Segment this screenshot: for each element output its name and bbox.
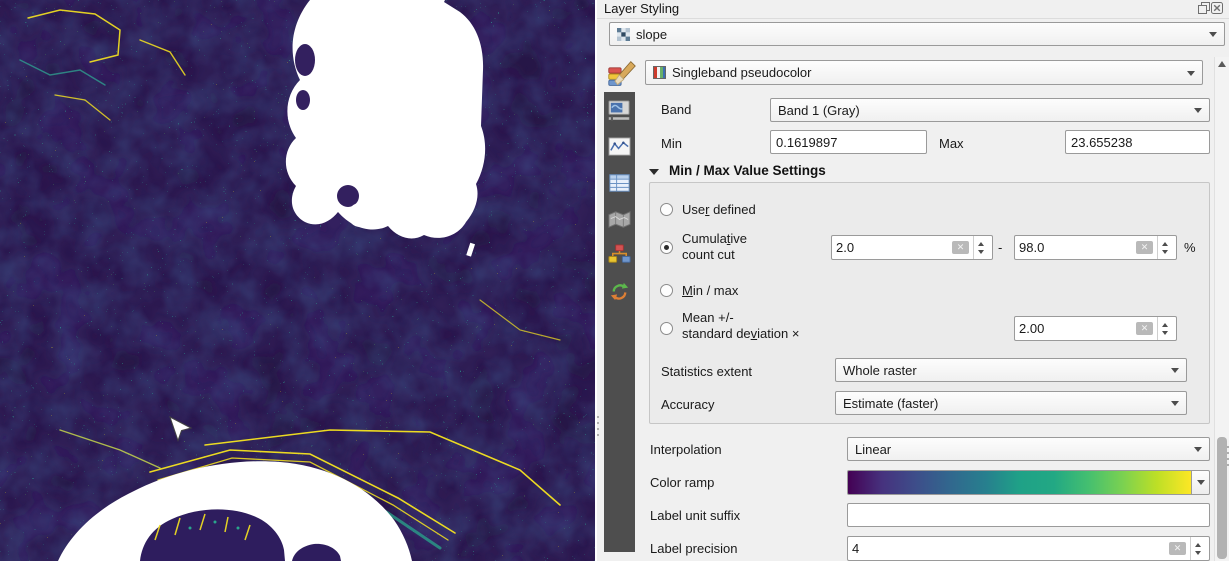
restore-icon [1198,2,1210,14]
render-type-value: Singleband pseudocolor [672,65,812,80]
color-ramp-preview[interactable] [847,470,1192,495]
std-dev-multiplier-spinbox[interactable]: ✕ [1014,316,1177,341]
style-tab-bar [604,92,635,552]
paintbrush-icon [608,61,636,86]
tab-style-manager[interactable] [607,242,633,268]
min-input[interactable] [770,130,927,154]
panel-title: Layer Styling [604,1,680,16]
spin-down-icon [1162,249,1168,254]
monitor-slider-icon [608,99,630,121]
color-ramp-dropdown-button[interactable] [1192,470,1210,495]
radio-mean-std-dev[interactable] [660,322,673,335]
band-selector[interactable]: Band 1 (Gray) [770,98,1210,122]
clear-value-icon[interactable]: ✕ [1169,542,1186,555]
statistics-extent-value: Whole raster [843,362,917,378]
chevron-down-icon [1187,70,1195,80]
table-icon [609,173,630,192]
layer-selector[interactable]: slope [609,22,1225,46]
tab-attribute-table[interactable] [607,170,633,196]
min-max-label: Min / max [682,283,739,298]
spin-arrows[interactable] [973,236,988,259]
percent-label: % [1184,240,1196,255]
tab-overviews[interactable] [607,206,633,232]
panel-splitter-handle[interactable] [597,416,599,436]
qgis-window: Layer Styling slope Singleband pseudocol… [0,0,1229,561]
chevron-down-icon [1194,447,1202,456]
tab-symbology[interactable] [605,56,639,92]
pseudocolor-ramp-icon [653,66,666,79]
tab-histogram[interactable] [607,134,633,160]
minmax-settings-group [649,182,1210,424]
tab-transparency[interactable] [607,98,633,124]
clear-value-icon[interactable]: ✕ [1136,322,1153,335]
minmax-settings-header[interactable]: Min / Max Value Settings [669,163,826,178]
brush-hierarchy-icon [608,243,631,263]
label-precision-spinbox[interactable]: ✕ [847,536,1210,561]
close-icon [1211,2,1223,14]
accuracy-label: Accuracy [661,397,715,412]
band-value: Band 1 (Gray) [778,102,860,118]
cumulative-count-cut-label: Cumulative count cut [682,231,748,262]
raster-layer-icon [617,27,630,41]
chevron-down-icon [1196,480,1205,489]
close-panel-button[interactable] [1211,2,1223,14]
spin-up-icon [1162,322,1168,327]
max-label: Max [939,136,964,151]
interpolation-value: Linear [855,441,892,457]
chevron-down-icon [1194,108,1202,117]
folded-map-icon [608,210,631,228]
spin-down-icon [1195,550,1201,555]
chevron-down-icon [1171,401,1179,410]
tab-history[interactable] [607,278,633,304]
range-separator: - [998,240,1003,255]
chevron-down-icon [1209,32,1217,41]
histogram-icon [608,136,631,156]
band-label: Band [661,102,692,117]
slope-raster-image [0,0,595,561]
clear-value-icon[interactable]: ✕ [952,241,969,254]
label-precision-label: Label precision [650,541,738,556]
spin-down-icon [1162,330,1168,335]
spin-up-icon [1195,542,1201,547]
cumulative-from-spinbox[interactable]: ✕ [831,235,993,260]
min-label: Min [661,136,682,151]
chevron-down-icon [1171,368,1179,377]
layer-selector-value: slope [636,26,668,42]
radio-user-defined[interactable] [660,203,673,216]
max-input[interactable] [1065,130,1210,154]
collapse-arrow-icon[interactable] [649,169,659,180]
statistics-extent-label: Statistics extent [661,364,753,379]
interpolation-selector[interactable]: Linear [847,437,1210,461]
title-separator [597,18,1229,19]
undo-redo-arrows-icon [610,282,629,300]
accuracy-selector[interactable]: Estimate (faster) [835,391,1187,415]
render-type-selector[interactable]: Singleband pseudocolor [645,60,1203,85]
label-unit-suffix-input[interactable] [847,503,1210,527]
spin-arrows[interactable] [1157,236,1172,259]
radio-min-max[interactable] [660,284,673,297]
label-unit-suffix-label: Label unit suffix [650,508,741,523]
nodata-blob-top [285,0,486,257]
float-panel-button[interactable] [1198,2,1210,14]
color-ramp-label: Color ramp [650,475,715,490]
map-canvas[interactable] [0,0,595,561]
scrollbar-up-arrow-icon[interactable] [1218,61,1226,67]
spin-down-icon [978,249,984,254]
mean-std-dev-label: Mean +/- standard deviation × [682,310,800,341]
spin-arrows[interactable] [1157,317,1172,340]
spin-arrows[interactable] [1190,537,1205,560]
spin-up-icon [1162,241,1168,246]
clear-value-icon[interactable]: ✕ [1136,241,1153,254]
user-defined-label: User defined [682,202,756,217]
layer-styling-panel: Layer Styling slope Singleband pseudocol… [597,0,1229,561]
accuracy-value: Estimate (faster) [843,395,939,411]
radio-cumulative-count-cut[interactable] [660,241,673,254]
cumulative-to-spinbox[interactable]: ✕ [1014,235,1177,260]
interpolation-label: Interpolation [650,442,722,457]
statistics-extent-selector[interactable]: Whole raster [835,358,1187,382]
panel-scrollbar[interactable] [1214,57,1229,561]
spin-up-icon [978,241,984,246]
scrollbar-thumb[interactable] [1217,437,1227,559]
